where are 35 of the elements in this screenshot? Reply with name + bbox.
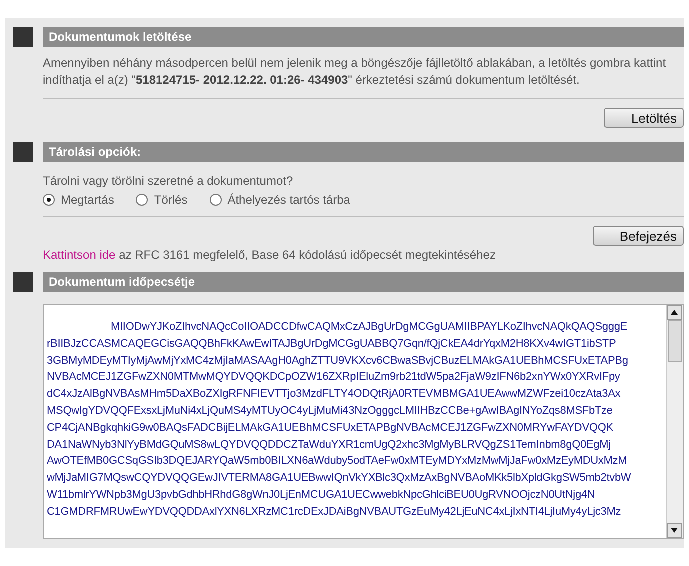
scrollbar[interactable] <box>666 305 683 538</box>
download-info: Amennyiben néhány másodpercen belül nem jelenik meg a böngészője fájlletöltő ablakában, a letöltés gombra kattint indíthatja el a(z) "518124715- 2012.12.22. 01:26- 434903" érkeztetési számú dokumentum letöltését. <box>43 55 668 89</box>
radio-label[interactable]: Megtartás <box>61 193 114 207</box>
storage-question: Tárolni vagy törölni szeretné a dokumentumot? <box>43 173 294 190</box>
base64-line: C1GMDRFMRUwEwYDVQQDDAxlYXN6LXRzMC1rcDExJDAiBgNVBAUTGzEuMy42LjEuNC4xLjIxNTI4LjIuMy4yLjc3Mz <box>47 504 622 520</box>
finish-button[interactable]: Befejezés <box>592 226 684 246</box>
download-button[interactable]: Letöltés <box>604 108 684 128</box>
scroll-down-icon[interactable] <box>667 523 682 538</box>
radio-button[interactable] <box>43 194 55 206</box>
base64-line: NVBAcMCEJ1ZGFwZXN0MTMwMQYDVQQKDCpOZW16ZXRpIEluZm9rb21tdW5pa2FjaW9zIFN6b2xnYWx0YXRvIFpy <box>47 370 620 386</box>
radio-label[interactable]: Törlés <box>154 193 188 207</box>
section-marker <box>13 272 33 292</box>
radio-button[interactable] <box>210 194 222 206</box>
scrollbar-thumb[interactable] <box>668 320 682 362</box>
link-description: az RFC 3161 megfelelő, Base 64 kódolású időpecsét megtekintéséhez <box>119 248 496 262</box>
section-marker <box>13 142 33 162</box>
section-header: Dokumentum időpecsétje <box>43 272 684 292</box>
section-marker <box>13 27 33 47</box>
section-header: Dokumentumok letöltése <box>43 27 684 47</box>
base64-line: 3GBMyMDEyMTIyMjAwMjYxMC4zMjIaMASAAgH0AghZTTU9VKXcv6CBwaSBvjCBuzELMAkGA1UEBhMCSFUxETAPBg <box>47 354 628 369</box>
base64-line: dC4xJzAlBgNVBAsMHm5DaXBoZXIgRFNFIEVTTjo3MzdFLTY4ODQtRjA0RTEVMBMGA1UEAwwMZWFzei10czAta3Ax <box>47 387 621 402</box>
radio-label[interactable]: Áthelyezés tartós tárba <box>228 193 350 207</box>
scroll-up-icon[interactable] <box>667 305 682 320</box>
base64-line: rBIIBJzCCASMCAQEGCisGAQQBhFkKAwEwITAJBgUrDgMCGgUABBQ7Gqn/fQjCkEA4drYqxM2H8KXv4wIGT1ibSTP <box>47 336 616 352</box>
base64-line: AwOTEfMB0GCSqGSIb3DQEJARYQaW5mb0BILXN6aWduby5odTAeFw0xMTEyMDYxMzMwMjJaFw0xMzEyMDUxMzM <box>47 454 628 470</box>
section-header: Tárolási opciók: <box>43 142 684 162</box>
base64-line: MSQwIgYDVQQFExsxLjMuNi4xLjQuMS4yMTUyOC4yLjMuMi43NzOgggcLMIIHBzCCBe+gAwIBAgINYoZqs8MSFbTze <box>47 404 613 419</box>
timestamp-link[interactable]: Kattintson ide <box>43 248 116 262</box>
base64-line: MIIODwYJKoZIhvcNAQcCoIIOADCCDfwCAQMxCzAJBgUrDgMCGgUAMIIBPAYLKoZIhvcNAQkQAQSgggE <box>110 320 628 335</box>
timestamp-textarea[interactable] <box>43 304 684 539</box>
base64-line: DA1NaWNyb3NlYyBMdGQuMS8wLQYDVQQDDCZTaWduYXR1cmUgQ2xhc3MgMyBLRVQgZS1TemInbm8gQ0EgMj <box>47 438 611 453</box>
base64-line: W11bmlrYWNpb3MgU3pvbGdhbHRhdG8gWnJ0LjEnMCUGA1UECwwebkNpcGhlciBEU0UgRVNOOjczN0UtNjg4N <box>47 488 596 503</box>
radio-button[interactable] <box>136 194 148 206</box>
base64-line: CP4CjANBgkqhkiG9w0BAQsFADCBijELMAkGA1UEBhMCSFUxETAPBgNVBAcMCEJ1ZGFwZXN0MRYwFAYDVQQK <box>47 420 614 436</box>
base64-line: wMjJaMIG7MQswCQYDVQQGEwJIVTERMA8GA1UEBwwIQnVkYXBlc3QxMzAxBgNVBAoMKk5lbXpldGkgSW5mb2tvbW <box>47 471 632 486</box>
